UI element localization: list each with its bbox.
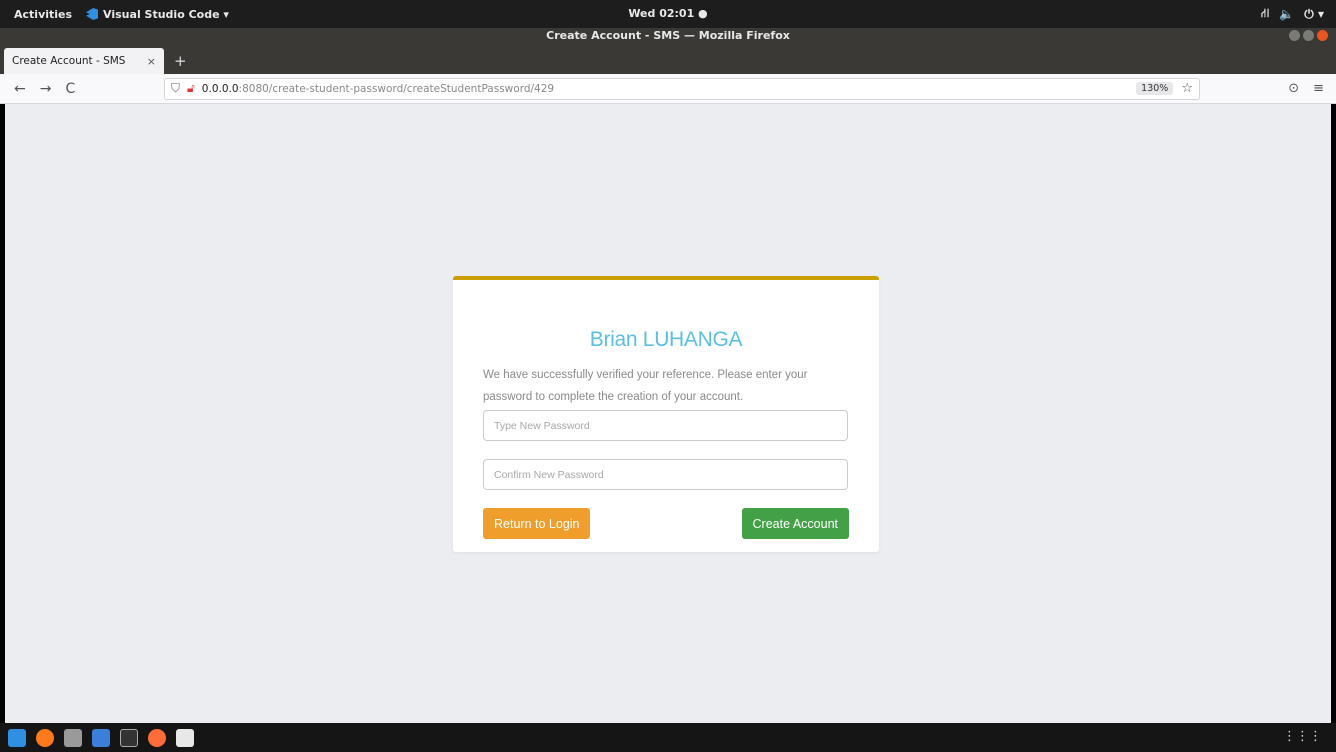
power-icon: ⏻ ▾ [1304, 6, 1324, 21]
create-account-button[interactable]: Create Account [741, 508, 849, 539]
navigation-toolbar: ← → C ⛉ 🔓︎ 0.0.0.0:8080/create-student-p… [0, 74, 1336, 104]
volume-icon: 🔈 [1279, 7, 1295, 21]
url-text[interactable]: 0.0.0.0:8080/create-student-password/cre… [202, 83, 554, 95]
minimize-button[interactable] [1289, 30, 1300, 41]
system-tray[interactable]: ⛙ 🔈 ⏻ ▾ [1261, 0, 1324, 28]
show-applications-icon[interactable]: ⋮⋮⋮ [1283, 729, 1322, 744]
tab-strip: Create Account - SMS × + [0, 46, 1336, 74]
new-tab-button[interactable]: + [174, 52, 187, 70]
firefox-icon[interactable] [36, 728, 54, 747]
pocket-icon[interactable]: ⊙ [1288, 81, 1299, 96]
close-tab-icon[interactable]: × [147, 55, 156, 68]
gnome-top-bar: Activities Visual Studio Code ▾ Wed 02:0… [0, 0, 1336, 28]
terminal-icon[interactable] [120, 728, 138, 747]
zoom-level-button[interactable]: 130% [1136, 82, 1174, 95]
url-bar[interactable]: ⛉ 🔓︎ 0.0.0.0:8080/create-student-passwor… [164, 77, 1200, 100]
new-password-input[interactable] [483, 410, 848, 441]
window-controls [1289, 30, 1328, 41]
tracking-shield-icon[interactable]: ⛉ [171, 81, 180, 96]
clock[interactable]: Wed 02:01 ● [628, 7, 707, 20]
create-password-card: Brian LUHANGA We have successfully verif… [453, 276, 879, 552]
insecure-lock-icon[interactable]: 🔓︎ [187, 81, 195, 96]
hamburger-menu-icon[interactable]: ≡ [1313, 81, 1324, 96]
tab-create-account[interactable]: Create Account - SMS × [4, 48, 164, 74]
files-icon[interactable] [64, 728, 82, 747]
window-titlebar: Create Account - SMS — Mozilla Firefox [0, 28, 1336, 46]
maximize-button[interactable] [1303, 30, 1314, 41]
student-name-title: Brian LUHANGA [589, 328, 743, 351]
return-to-login-button[interactable]: Return to Login [483, 508, 591, 539]
confirm-password-input[interactable] [483, 459, 848, 490]
close-window-button[interactable] [1317, 30, 1328, 41]
app-menu-label: Visual Studio Code ▾ [103, 7, 229, 21]
vscode-icon [86, 8, 99, 20]
network-icon: ⛙ [1260, 6, 1270, 20]
url-path: :8080/create-student-password/createStud… [238, 82, 555, 95]
app-menu[interactable]: Visual Studio Code ▾ [86, 8, 229, 21]
page-content: Brian LUHANGA We have successfully verif… [5, 104, 1331, 723]
verification-message: We have successfully verified your refer… [483, 369, 808, 403]
tab-label: Create Account - SMS [12, 55, 126, 67]
back-button[interactable]: ← [14, 81, 26, 97]
activities-button[interactable]: Activities [14, 8, 72, 21]
vscode-icon[interactable] [8, 728, 26, 747]
postman-icon[interactable] [148, 728, 166, 747]
window-title: Create Account - SMS — Mozilla Firefox [546, 29, 790, 42]
pycharm-icon[interactable] [92, 728, 110, 747]
bookmark-star-icon[interactable]: ☆ [1181, 81, 1193, 96]
url-host: 0.0.0.0 [201, 82, 239, 95]
reload-button[interactable]: C [65, 81, 75, 97]
forward-button[interactable]: → [40, 81, 52, 97]
text-editor-icon[interactable] [176, 728, 194, 747]
dock: ⋮⋮⋮ [0, 723, 1336, 752]
